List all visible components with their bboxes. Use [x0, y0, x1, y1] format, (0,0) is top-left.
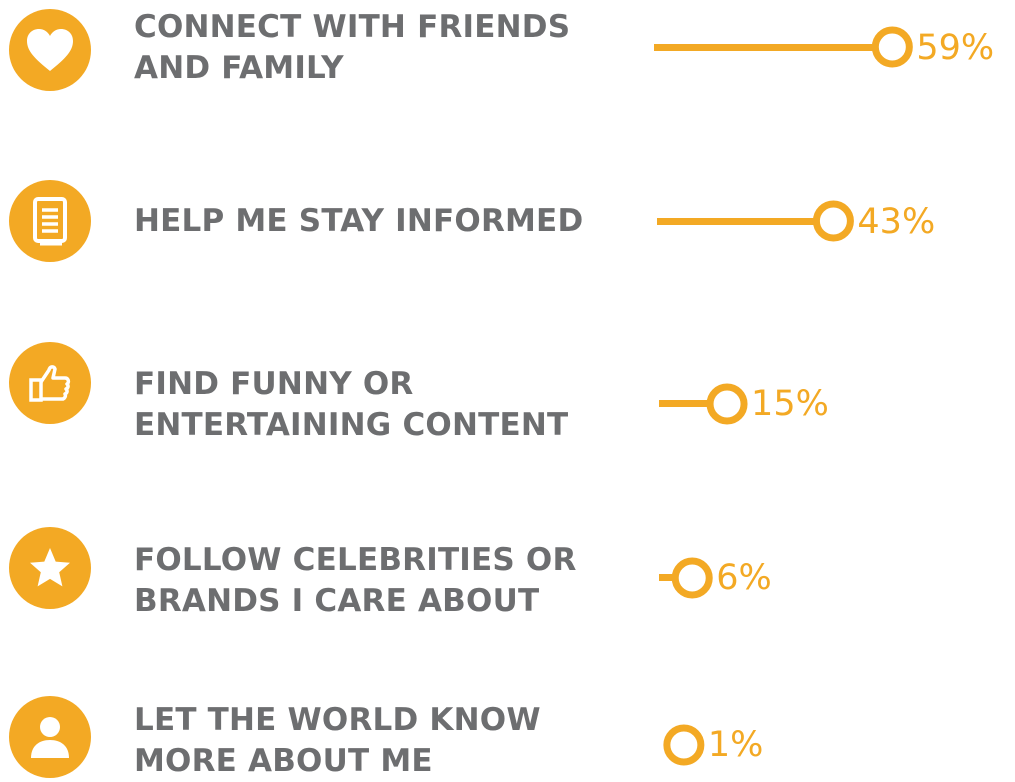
data-label: 1%: [707, 725, 764, 765]
bar-mark: [663, 724, 705, 766]
bar-knob: [663, 724, 705, 766]
